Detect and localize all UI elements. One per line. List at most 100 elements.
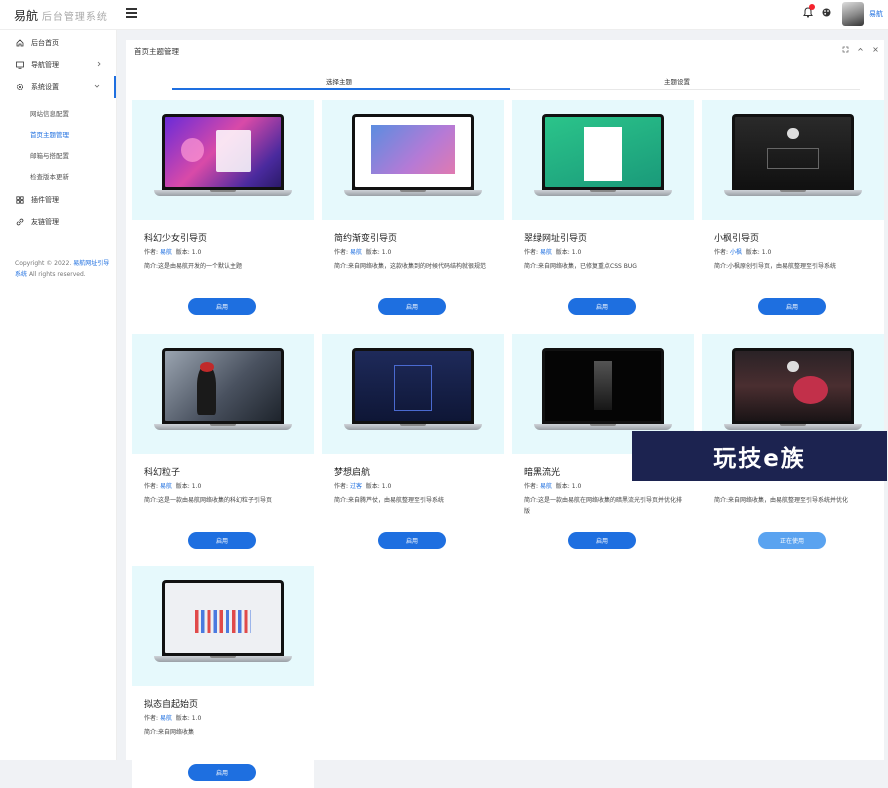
- close-icon[interactable]: [872, 46, 879, 53]
- version-label: 版本:: [175, 715, 190, 722]
- theme-card: 简约渐变引导页 作者: 易航 版本: 1.0 简介:来自网络收集，这款收集到的时…: [322, 100, 504, 322]
- theme-preview-image: [545, 351, 661, 421]
- theme-desc: 简介:这是由易航开发的一个默认主题: [144, 261, 304, 272]
- laptop-preview: [154, 346, 292, 436]
- theme-preview-image: [545, 117, 661, 187]
- theme-desc-text: 来自网络收集: [158, 729, 195, 736]
- fullscreen-icon[interactable]: [842, 46, 849, 53]
- version-label: 版本:: [175, 483, 190, 490]
- sidebar-subitem-label: 检查版本更新: [30, 172, 69, 181]
- theme-card: 科幻粒子 作者: 易航 版本: 1.0 简介:这是一款由易航网络收集的科幻粒子引…: [132, 334, 314, 556]
- apply-button[interactable]: 启用: [188, 532, 256, 549]
- version-label: 版本:: [555, 249, 570, 256]
- theme-author[interactable]: 易航: [160, 483, 172, 490]
- theme-desc-text: 来自网络收集，已修复重点CSS BUG: [538, 263, 637, 270]
- theme-version: 1.0: [571, 249, 582, 256]
- apply-button[interactable]: 启用: [188, 764, 256, 781]
- palette-icon[interactable]: [822, 8, 831, 17]
- link-icon: [16, 218, 24, 226]
- sidebar-subitem-update[interactable]: 检查版本更新: [0, 165, 116, 186]
- apply-button[interactable]: 启用: [378, 532, 446, 549]
- author-label: 作者:: [714, 249, 729, 256]
- laptop-preview: [344, 346, 482, 436]
- theme-version: 1.0: [381, 483, 392, 490]
- sidebar-subitem-site-info[interactable]: 网站信息配置: [0, 102, 116, 123]
- theme-meta: 作者: 易航 版本: 1.0: [524, 481, 581, 490]
- theme-card: 小枫引导页 作者: 小枫 版本: 1.0 简介:小枫原创引导页，由易航整理至引导…: [702, 100, 884, 322]
- sidebar-subitem-theme[interactable]: 首页主题管理: [0, 123, 116, 144]
- version-label: 版本:: [365, 249, 380, 256]
- theme-name: 梦想启航: [334, 468, 371, 478]
- sidebar-item-plugins[interactable]: 插件管理: [0, 189, 116, 211]
- apply-button[interactable]: 启用: [378, 298, 446, 315]
- theme-name: 科幻少女引导页: [144, 234, 208, 244]
- theme-author[interactable]: 过客: [350, 483, 362, 490]
- theme-thumbnail: [132, 334, 314, 454]
- theme-version: 1.0: [191, 715, 202, 722]
- author-label: 作者:: [334, 483, 349, 490]
- collapse-icon[interactable]: [857, 46, 864, 53]
- theme-desc-text: 来自网络收集，由易航整理至引导系统并优化: [728, 497, 849, 504]
- theme-preview-image: [165, 117, 281, 187]
- desc-label: 简介:: [714, 263, 729, 270]
- theme-thumbnail: [132, 100, 314, 220]
- sidebar-subitem-label: 网站信息配置: [30, 109, 69, 118]
- menu-toggle-icon[interactable]: [126, 8, 137, 18]
- theme-thumbnail: [322, 334, 504, 454]
- theme-card: 拟态自起始页 作者: 易航 版本: 1.0 简介:来自网络收集 启用: [132, 566, 314, 788]
- author-label: 作者:: [334, 249, 349, 256]
- theme-meta: 作者: 易航 版本: 1.0: [144, 247, 201, 256]
- sidebar-subitem-label: 邮箱与搭配置: [30, 151, 69, 160]
- theme-version: 1.0: [191, 249, 202, 256]
- sidebar-item-settings[interactable]: 系统设置: [0, 76, 116, 98]
- desc-label: 简介:: [524, 263, 539, 270]
- tab-select-theme[interactable]: 选择主题: [326, 76, 352, 86]
- theme-author[interactable]: 易航: [540, 249, 552, 256]
- theme-author[interactable]: 小枫: [730, 249, 742, 256]
- sidebar-item-label: 导航管理: [31, 61, 59, 69]
- tab-theme-settings[interactable]: 主题设置: [664, 76, 690, 86]
- theme-panel: 首页主题管理 选择主题 主题设置 科幻少女引导页 作者: 易航 版本: 1.0 …: [126, 40, 884, 788]
- theme-desc: 简介:来自网络收集: [144, 727, 304, 738]
- author-label: 作者:: [524, 249, 539, 256]
- theme-name: 翠绿网址引导页: [524, 234, 588, 244]
- gear-icon: [16, 83, 24, 91]
- theme-preview-image: [735, 351, 851, 421]
- author-label: 作者:: [144, 715, 159, 722]
- apply-button[interactable]: 启用: [568, 298, 636, 315]
- sidebar-item-links[interactable]: 友链管理: [0, 211, 116, 233]
- apply-button[interactable]: 启用: [188, 298, 256, 315]
- sidebar-item-home[interactable]: 后台首页: [0, 32, 116, 54]
- desc-label: 简介:: [144, 729, 159, 736]
- user-name[interactable]: 易航: [869, 9, 883, 19]
- chevron-right-icon: [97, 61, 101, 67]
- author-label: 作者:: [144, 483, 159, 490]
- sidebar-item-label: 系统设置: [31, 83, 59, 91]
- theme-desc-text: 这是由易航开发的一个默认主题: [158, 263, 243, 270]
- author-label: 作者:: [144, 249, 159, 256]
- theme-author[interactable]: 易航: [350, 249, 362, 256]
- apply-button[interactable]: 启用: [568, 532, 636, 549]
- theme-author[interactable]: 易航: [540, 483, 552, 490]
- in-use-button[interactable]: 正在使用: [758, 532, 826, 549]
- home-icon: [16, 39, 24, 47]
- desc-label: 简介:: [144, 263, 159, 270]
- sidebar-subitem-label: 首页主题管理: [30, 130, 69, 139]
- theme-name: 简约渐变引导页: [334, 234, 398, 244]
- app-logo[interactable]: 易航 后台管理系统: [14, 7, 108, 24]
- apply-button[interactable]: 启用: [758, 298, 826, 315]
- theme-author[interactable]: 易航: [160, 249, 172, 256]
- version-label: 版本:: [745, 249, 760, 256]
- sidebar-item-label: 友链管理: [31, 218, 59, 226]
- avatar[interactable]: [842, 2, 864, 26]
- theme-preview-image: [355, 351, 471, 421]
- theme-thumbnail: [132, 566, 314, 686]
- theme-meta: 作者: 易航 版本: 1.0: [524, 247, 581, 256]
- theme-author[interactable]: 易航: [160, 715, 172, 722]
- sidebar-subitem-mail[interactable]: 邮箱与搭配置: [0, 144, 116, 165]
- theme-meta: 作者: 易航 版本: 1.0: [334, 247, 391, 256]
- theme-card: 科幻少女引导页 作者: 易航 版本: 1.0 简介:这是由易航开发的一个默认主题…: [132, 100, 314, 322]
- sidebar-item-nav[interactable]: 导航管理: [0, 54, 116, 76]
- author-label: 作者:: [524, 483, 539, 490]
- theme-name: 暗黑流光: [524, 468, 561, 478]
